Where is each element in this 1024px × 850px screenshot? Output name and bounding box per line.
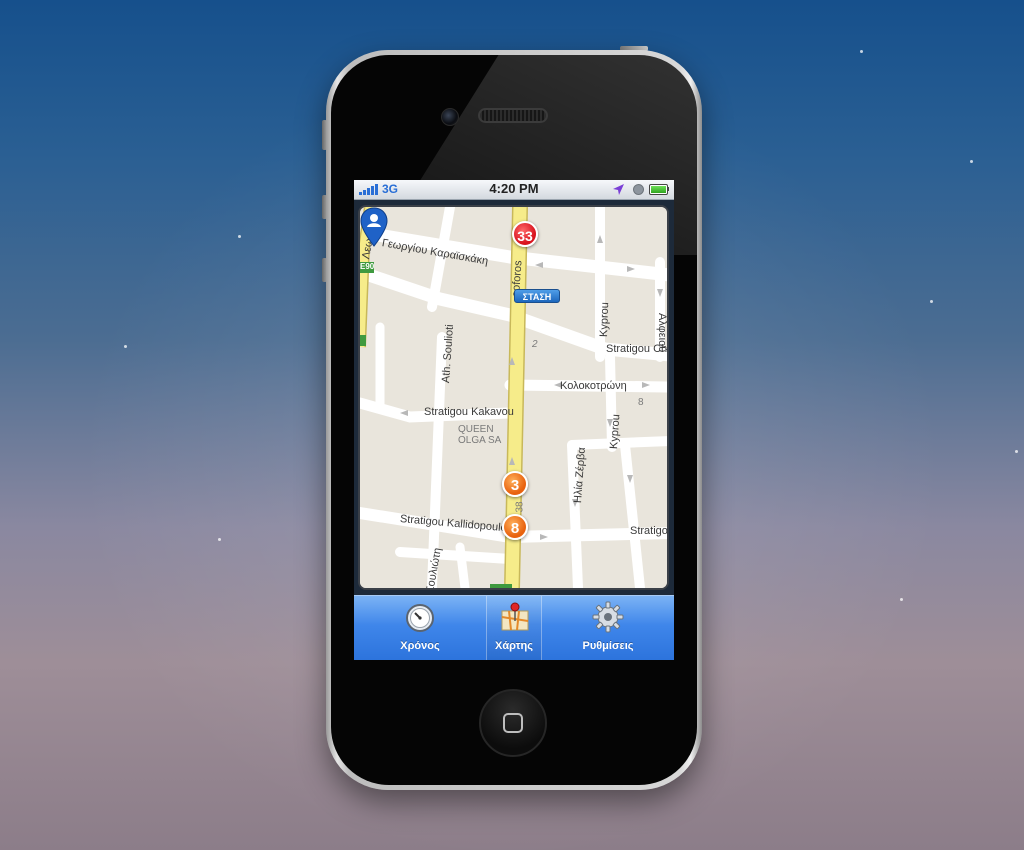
address-number: 2 [532,339,538,350]
street-label: Kyprou [598,301,612,338]
battery-icon [649,184,668,195]
street-label: Stratigou Kakavou [424,406,514,418]
map-frame: Γεωργίου Καραϊσκάκη Λεωφόρ eoforos ilis … [358,205,669,590]
bus-stop-label[interactable]: ΣΤΑΣΗ [514,289,560,303]
tab-label: Ρυθμίσεις [582,640,634,652]
earpiece-speaker [478,108,548,123]
map-view[interactable]: Γεωργίου Καραϊσκάκη Λεωφόρ eoforos ilis … [360,207,667,588]
bus-marker-33[interactable]: 33 [512,221,538,247]
street-label: Κολοκοτρώνη [560,380,627,392]
tab-map[interactable]: Χάρτης [486,596,542,660]
status-bar: 3G 4:20 PM [354,180,674,200]
alarm-clock-icon [633,184,644,195]
phone-screen: 3G 4:20 PM Γεωργίου Καραϊσκάκη eoforos K… [354,180,674,660]
home-button[interactable] [479,689,547,757]
background-star [238,235,241,238]
front-camera [441,108,459,126]
background-star [970,160,973,163]
address-number: 38 [514,501,526,513]
place-label: QUEEN OLGA SA [458,424,502,446]
background-star [930,300,933,303]
battery-tip [667,187,669,191]
bus-marker-8[interactable]: 8 [502,514,528,540]
street-label: Stratigo [630,525,667,537]
map-icon [501,602,529,631]
tab-label: Χάρτης [495,640,533,652]
tab-bar: Χρόνος Χάρτης Ρυθμίσεις [354,595,674,660]
address-number: 8 [638,397,644,408]
status-time: 4:20 PM [489,181,539,196]
background-star [1015,450,1018,453]
bus-marker-3[interactable]: 3 [502,471,528,497]
gear-icon [592,601,624,633]
tab-label: Χρόνος [400,640,440,652]
background-star [124,345,127,348]
tab-time[interactable]: Χρόνος [354,596,486,660]
background-star [860,50,863,53]
street-label: Stratigou Ch [606,343,667,355]
home-square-icon [503,713,523,733]
route-tag: E90 [360,262,375,271]
street-label: Kyprou [608,413,623,450]
background-star [900,598,903,601]
user-location-pin-icon[interactable] [360,207,388,247]
background-star [218,538,221,541]
stopwatch-icon [406,604,434,632]
tab-settings[interactable]: Ρυθμίσεις [542,596,674,660]
location-arrow-icon [613,184,624,195]
